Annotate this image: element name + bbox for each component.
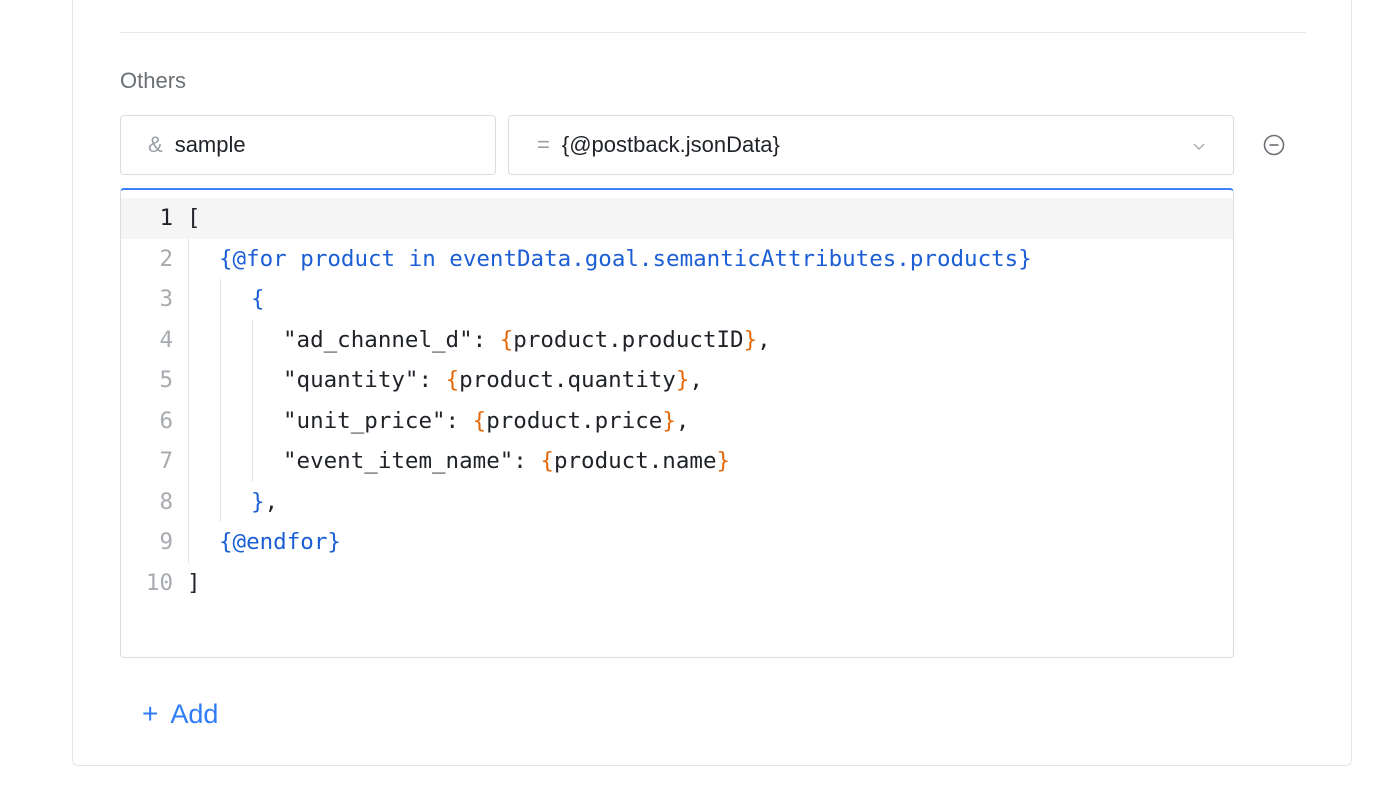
line-content: "quantity": {product.quantity}, — [173, 360, 703, 401]
code-token: [ — [187, 205, 201, 232]
indent-guide — [220, 441, 221, 482]
indent-guide — [252, 400, 253, 441]
line-content: { — [173, 279, 265, 320]
line-content: "ad_channel_d": {product.productID}, — [173, 319, 771, 360]
code-line[interactable]: 1[ — [121, 198, 1233, 239]
code-token: , — [689, 367, 703, 394]
section-divider — [120, 32, 1306, 33]
code-token: product.name — [553, 448, 717, 475]
indent-guide — [220, 400, 221, 441]
line-number: 5 — [159, 367, 173, 394]
code-token: "ad_channel_d": — [283, 326, 500, 353]
code-token: {@for product in eventData.goal.semantic… — [219, 245, 1032, 272]
indent-guide — [188, 441, 189, 482]
code-line[interactable]: 8}, — [121, 481, 1233, 522]
code-token: { — [499, 326, 514, 353]
equals-prefix: = — [537, 132, 550, 157]
code-token: product.quantity — [459, 367, 676, 394]
line-content: "event_item_name": {product.name} — [173, 441, 730, 482]
param-key-input[interactable]: & sample — [120, 115, 496, 175]
line-content: [ — [173, 198, 201, 239]
indent-guide — [188, 522, 189, 563]
code-token: { — [540, 448, 554, 475]
code-lines: 1[2 {@for product in eventData.goal.seman… — [121, 198, 1233, 603]
indent-guide — [220, 481, 221, 522]
indent-guide — [188, 400, 189, 441]
indent-guide — [188, 279, 189, 320]
minus-circle-icon[interactable] — [1262, 133, 1286, 157]
code-line[interactable]: 3{ — [121, 279, 1233, 320]
indent-guide — [220, 279, 221, 320]
line-number: 2 — [159, 245, 173, 272]
line-content: }, — [173, 481, 279, 522]
param-value-text: {@postback.jsonData} — [561, 132, 780, 157]
indent-guide — [188, 319, 189, 360]
line-number: 6 — [159, 407, 173, 434]
indent-guide — [188, 238, 189, 279]
code-token: { — [251, 286, 265, 313]
code-token: } — [662, 407, 676, 434]
code-token: "quantity": — [283, 367, 446, 394]
line-content: "unit_price": {product.price}, — [173, 400, 690, 441]
ampersand-prefix: & — [148, 132, 163, 157]
line-number: 4 — [159, 326, 173, 353]
section-label-others: Others — [120, 68, 187, 93]
code-token: } — [716, 448, 731, 475]
line-number: 3 — [159, 286, 173, 313]
code-token: { — [472, 407, 487, 434]
code-token: "unit_price": — [283, 407, 473, 434]
plus-icon: + — [142, 698, 159, 729]
code-line[interactable]: 6 "unit_price": {product.price}, — [121, 400, 1233, 441]
line-number: 1 — [159, 205, 173, 232]
line-number: 9 — [159, 529, 173, 556]
line-number: 8 — [159, 488, 173, 515]
code-line[interactable]: 7 "event_item_name": {product.name} — [121, 441, 1233, 482]
line-number: 7 — [159, 448, 173, 475]
code-token: , — [264, 488, 279, 515]
param-value-select[interactable]: = {@postback.jsonData} — [508, 115, 1234, 175]
indent-guide — [252, 360, 253, 401]
line-number: 10 — [145, 569, 173, 596]
indent-guide — [220, 319, 221, 360]
code-token: , — [675, 407, 690, 434]
code-line[interactable]: 5 "quantity": {product.quantity}, — [121, 360, 1233, 401]
code-token: } — [675, 367, 690, 394]
chevron-down-icon — [1193, 143, 1205, 150]
code-token: } — [251, 488, 265, 515]
code-token: ] — [187, 569, 201, 596]
code-line[interactable]: 2 {@for product in eventData.goal.semanti… — [121, 238, 1233, 279]
code-token: } — [743, 326, 758, 353]
code-line[interactable]: 10] — [121, 563, 1233, 604]
line-content: {@for product in eventData.goal.semantic… — [173, 238, 1032, 279]
code-token: "event_item_name": — [283, 448, 541, 475]
code-token: product.price — [486, 407, 663, 434]
code-token: , — [757, 326, 771, 353]
param-key-value: sample — [174, 132, 246, 157]
indent-guide — [252, 441, 253, 482]
indent-guide — [188, 481, 189, 522]
line-content: {@endfor} — [173, 522, 341, 563]
add-param-button[interactable]: + Add — [142, 698, 218, 730]
code-line[interactable]: 4 "ad_channel_d": {product.productID}, — [121, 319, 1233, 360]
add-param-label: Add — [170, 698, 219, 729]
code-line[interactable]: 9 {@endfor} — [121, 522, 1233, 563]
json-code-editor[interactable]: 1[2 {@for product in eventData.goal.seman… — [120, 188, 1234, 658]
indent-guide — [188, 360, 189, 401]
code-token: product.productID — [513, 326, 744, 353]
indent-guide — [252, 319, 253, 360]
code-token: {@endfor} — [219, 529, 341, 556]
line-content: ] — [173, 563, 201, 604]
code-token: { — [445, 367, 460, 394]
indent-guide — [220, 360, 221, 401]
